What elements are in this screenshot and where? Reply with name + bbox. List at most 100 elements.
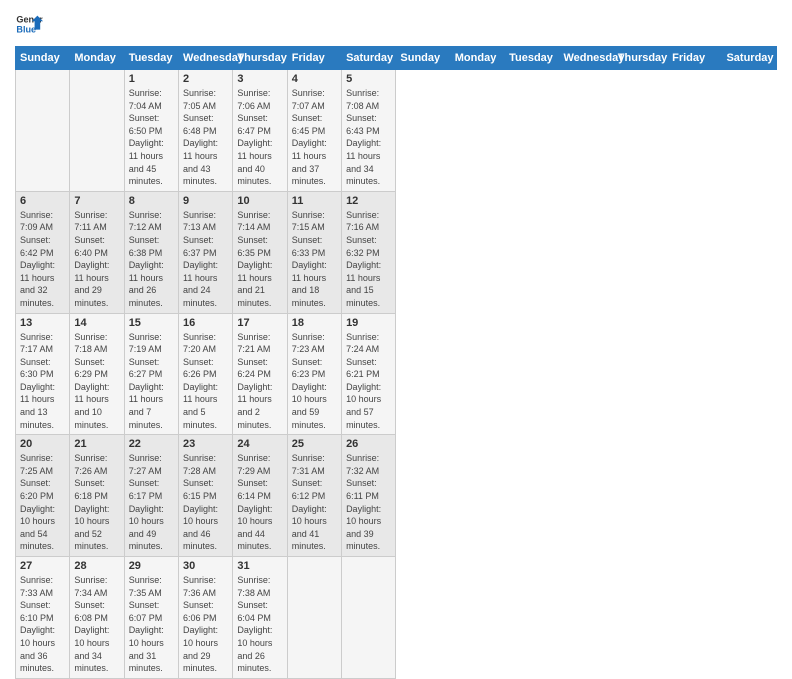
calendar-cell: 3 Sunrise: 7:06 AMSunset: 6:47 PMDaylight… xyxy=(233,70,287,192)
day-number: 22 xyxy=(129,438,174,450)
day-number: 16 xyxy=(183,317,228,329)
calendar-cell: 18Sunrise: 7:23 AMSunset: 6:23 PMDayligh… xyxy=(287,313,341,435)
calendar-cell: 29Sunrise: 7:35 AMSunset: 6:07 PMDayligh… xyxy=(124,557,178,679)
day-number: 15 xyxy=(129,317,174,329)
cell-info: Sunrise: 7:16 AMSunset: 6:32 PMDaylight:… xyxy=(346,209,391,310)
day-of-week-header: Tuesday xyxy=(505,47,559,70)
calendar-cell: 9 Sunrise: 7:13 AMSunset: 6:37 PMDaylight… xyxy=(179,191,233,313)
cell-info: Sunrise: 7:26 AMSunset: 6:18 PMDaylight:… xyxy=(74,452,119,553)
day-number: 19 xyxy=(346,317,391,329)
day-number: 30 xyxy=(183,560,228,572)
cell-info: Sunrise: 7:23 AMSunset: 6:23 PMDaylight:… xyxy=(292,331,337,432)
page: General Blue SundayMondayTuesdayWednesda… xyxy=(0,0,792,612)
cell-info: Sunrise: 7:25 AMSunset: 6:20 PMDaylight:… xyxy=(20,452,65,553)
calendar-cell xyxy=(287,557,341,679)
cell-info: Sunrise: 7:04 AMSunset: 6:50 PMDaylight:… xyxy=(129,87,174,188)
day-of-week-header: Sunday xyxy=(396,47,450,70)
cell-info: Sunrise: 7:18 AMSunset: 6:29 PMDaylight:… xyxy=(74,331,119,432)
calendar-cell: 14 Sunrise: 7:18 AMSunset: 6:29 PMDayligh… xyxy=(70,313,124,435)
calendar-week: 13 Sunrise: 7:17 AMSunset: 6:30 PMDayligh… xyxy=(16,313,777,435)
calendar-week: 1 Sunrise: 7:04 AMSunset: 6:50 PMDaylight… xyxy=(16,70,777,192)
day-number: 11 xyxy=(292,195,337,207)
day-number: 28 xyxy=(74,560,119,572)
day-number: 20 xyxy=(20,438,65,450)
cell-info: Sunrise: 7:15 AMSunset: 6:33 PMDaylight:… xyxy=(292,209,337,310)
day-of-week-header: Thursday xyxy=(613,47,667,70)
cell-info: Sunrise: 7:12 AMSunset: 6:38 PMDaylight:… xyxy=(129,209,174,310)
calendar-cell: 25 Sunrise: 7:31 AMSunset: 6:12 PMDayligh… xyxy=(287,435,341,557)
cell-info: Sunrise: 7:27 AMSunset: 6:17 PMDaylight:… xyxy=(129,452,174,553)
cell-info: Sunrise: 7:32 AMSunset: 6:11 PMDaylight:… xyxy=(346,452,391,553)
calendar-cell: 28 Sunrise: 7:34 AMSunset: 6:08 PMDayligh… xyxy=(70,557,124,679)
calendar-cell: 19 Sunrise: 7:24 AMSunset: 6:21 PMDayligh… xyxy=(342,313,396,435)
header: General Blue xyxy=(15,10,777,38)
day-of-week-header: Wednesday xyxy=(559,47,613,70)
cell-info: Sunrise: 7:31 AMSunset: 6:12 PMDaylight:… xyxy=(292,452,337,553)
calendar-cell xyxy=(342,557,396,679)
cell-info: Sunrise: 7:33 AMSunset: 6:10 PMDaylight:… xyxy=(20,574,65,675)
calendar-cell: 4 Sunrise: 7:07 AMSunset: 6:45 PMDaylight… xyxy=(287,70,341,192)
cell-info: Sunrise: 7:13 AMSunset: 6:37 PMDaylight:… xyxy=(183,209,228,310)
cell-info: Sunrise: 7:38 AMSunset: 6:04 PMDaylight:… xyxy=(237,574,282,675)
calendar-cell: 16 Sunrise: 7:20 AMSunset: 6:26 PMDayligh… xyxy=(179,313,233,435)
calendar-cell: 22 Sunrise: 7:27 AMSunset: 6:17 PMDayligh… xyxy=(124,435,178,557)
day-number: 23 xyxy=(183,438,228,450)
calendar-cell: 20 Sunrise: 7:25 AMSunset: 6:20 PMDayligh… xyxy=(16,435,70,557)
calendar-cell: 21 Sunrise: 7:26 AMSunset: 6:18 PMDayligh… xyxy=(70,435,124,557)
day-of-week-header: Saturday xyxy=(722,47,777,70)
cell-info: Sunrise: 7:28 AMSunset: 6:15 PMDaylight:… xyxy=(183,452,228,553)
day-header: Wednesday xyxy=(179,47,233,70)
calendar-cell: 17 Sunrise: 7:21 AMSunset: 6:24 PMDayligh… xyxy=(233,313,287,435)
cell-info: Sunrise: 7:08 AMSunset: 6:43 PMDaylight:… xyxy=(346,87,391,188)
day-number: 27 xyxy=(20,560,65,572)
calendar-cell: 24Sunrise: 7:29 AMSunset: 6:14 PMDayligh… xyxy=(233,435,287,557)
calendar-cell: 30 Sunrise: 7:36 AMSunset: 6:06 PMDayligh… xyxy=(179,557,233,679)
calendar-cell: 1 Sunrise: 7:04 AMSunset: 6:50 PMDaylight… xyxy=(124,70,178,192)
day-number: 8 xyxy=(129,195,174,207)
calendar-cell: 2Sunrise: 7:05 AMSunset: 6:48 PMDaylight… xyxy=(179,70,233,192)
cell-info: Sunrise: 7:20 AMSunset: 6:26 PMDaylight:… xyxy=(183,331,228,432)
calendar-cell: 13 Sunrise: 7:17 AMSunset: 6:30 PMDayligh… xyxy=(16,313,70,435)
cell-info: Sunrise: 7:17 AMSunset: 6:30 PMDaylight:… xyxy=(20,331,65,432)
day-number: 12 xyxy=(346,195,391,207)
cell-info: Sunrise: 7:09 AMSunset: 6:42 PMDaylight:… xyxy=(20,209,65,310)
cell-info: Sunrise: 7:07 AMSunset: 6:45 PMDaylight:… xyxy=(292,87,337,188)
header-row: SundayMondayTuesdayWednesdayThursdayFrid… xyxy=(16,47,777,70)
day-number: 25 xyxy=(292,438,337,450)
day-header: Thursday xyxy=(233,47,287,70)
day-of-week-header: Monday xyxy=(450,47,504,70)
day-number: 5 xyxy=(346,73,391,85)
calendar-table: SundayMondayTuesdayWednesdayThursdayFrid… xyxy=(15,46,777,679)
logo: General Blue xyxy=(15,10,43,38)
cell-info: Sunrise: 7:11 AMSunset: 6:40 PMDaylight:… xyxy=(74,209,119,310)
cell-info: Sunrise: 7:36 AMSunset: 6:06 PMDaylight:… xyxy=(183,574,228,675)
calendar-cell: 7 Sunrise: 7:11 AMSunset: 6:40 PMDaylight… xyxy=(70,191,124,313)
day-number: 14 xyxy=(74,317,119,329)
cell-info: Sunrise: 7:06 AMSunset: 6:47 PMDaylight:… xyxy=(237,87,282,188)
calendar-week: 20 Sunrise: 7:25 AMSunset: 6:20 PMDayligh… xyxy=(16,435,777,557)
day-number: 4 xyxy=(292,73,337,85)
cell-info: Sunrise: 7:29 AMSunset: 6:14 PMDaylight:… xyxy=(237,452,282,553)
cell-info: Sunrise: 7:35 AMSunset: 6:07 PMDaylight:… xyxy=(129,574,174,675)
day-number: 17 xyxy=(237,317,282,329)
calendar-cell: 8 Sunrise: 7:12 AMSunset: 6:38 PMDaylight… xyxy=(124,191,178,313)
day-header: Saturday xyxy=(342,47,396,70)
calendar-cell: 6Sunrise: 7:09 AMSunset: 6:42 PMDaylight… xyxy=(16,191,70,313)
day-number: 3 xyxy=(237,73,282,85)
calendar-cell xyxy=(16,70,70,192)
cell-info: Sunrise: 7:14 AMSunset: 6:35 PMDaylight:… xyxy=(237,209,282,310)
day-number: 1 xyxy=(129,73,174,85)
calendar-cell xyxy=(70,70,124,192)
calendar-cell: 11 Sunrise: 7:15 AMSunset: 6:33 PMDayligh… xyxy=(287,191,341,313)
calendar-cell: 10Sunrise: 7:14 AMSunset: 6:35 PMDayligh… xyxy=(233,191,287,313)
cell-info: Sunrise: 7:34 AMSunset: 6:08 PMDaylight:… xyxy=(74,574,119,675)
cell-info: Sunrise: 7:24 AMSunset: 6:21 PMDaylight:… xyxy=(346,331,391,432)
cell-info: Sunrise: 7:21 AMSunset: 6:24 PMDaylight:… xyxy=(237,331,282,432)
day-number: 21 xyxy=(74,438,119,450)
day-number: 7 xyxy=(74,195,119,207)
day-number: 13 xyxy=(20,317,65,329)
day-number: 9 xyxy=(183,195,228,207)
day-number: 2 xyxy=(183,73,228,85)
calendar-cell: 5 Sunrise: 7:08 AMSunset: 6:43 PMDaylight… xyxy=(342,70,396,192)
calendar-week: 6Sunrise: 7:09 AMSunset: 6:42 PMDaylight… xyxy=(16,191,777,313)
